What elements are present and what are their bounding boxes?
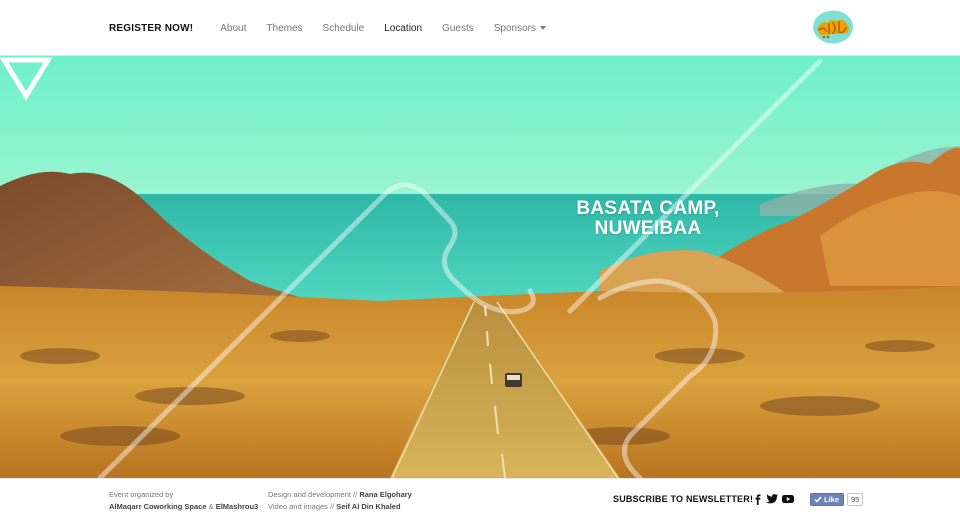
nav-about[interactable]: About xyxy=(220,23,246,34)
organizer-almaqarr: AlMaqarr Coworking Space xyxy=(109,502,207,511)
like-label: Like xyxy=(824,495,840,504)
nav-sponsors[interactable]: Sponsors xyxy=(494,23,546,34)
design-line: Design and development // Rana Elgohary xyxy=(268,489,412,501)
site-header: REGISTER NOW! About Themes Schedule Loca… xyxy=(0,0,960,56)
youtube-icon[interactable] xyxy=(781,493,795,505)
facebook-icon[interactable] xyxy=(751,493,765,505)
like-count: 95 xyxy=(847,493,864,506)
twitter-icon[interactable] xyxy=(765,493,779,505)
design-label: Design and development // xyxy=(268,490,360,499)
video-label: Video and images // xyxy=(268,502,337,511)
nav-schedule[interactable]: Schedule xyxy=(323,23,365,34)
hero-banner: BASATA CAMP, NUWEIBAA xyxy=(0,56,960,478)
organizer-credit: Event organized by AlMaqarr Coworking Sp… xyxy=(109,489,258,513)
facebook-like-widget[interactable]: Like 95 xyxy=(810,493,864,506)
nav-location[interactable]: Location xyxy=(384,23,422,34)
hero-title-line-2: NUWEIBAA xyxy=(594,218,702,239)
designer-name: Rana Elgohary xyxy=(359,490,412,499)
down-triangle-icon[interactable] xyxy=(0,56,52,102)
nav-guests[interactable]: Guests xyxy=(442,23,474,34)
subscribe-newsletter-link[interactable]: SUBSCRIBE TO NEWSLETTER! xyxy=(613,494,753,504)
register-link[interactable]: REGISTER NOW! xyxy=(109,23,193,34)
organizer-elmashrou3: ElMashrou3 xyxy=(215,502,259,511)
nav-sponsors-label: Sponsors xyxy=(493,22,536,34)
hero-title-line-1: BASATA CAMP, xyxy=(576,198,720,219)
site-footer: Event organized by AlMaqarr Coworking Sp… xyxy=(0,478,960,520)
checkmark-icon xyxy=(814,496,822,503)
like-button[interactable]: Like xyxy=(810,493,845,506)
organizer-separator: & xyxy=(206,502,216,511)
nav-themes[interactable]: Themes xyxy=(266,23,302,34)
design-credit: Design and development // Rana Elgohary … xyxy=(268,489,412,513)
hero-landscape-image xyxy=(0,56,960,478)
chevron-down-icon xyxy=(539,26,546,30)
organized-by-label: Event organized by xyxy=(109,490,174,499)
main-nav: REGISTER NOW! About Themes Schedule Loca… xyxy=(109,0,566,56)
video-line: Video and images // Seif Al Din Khaled xyxy=(268,501,412,513)
hero-location-title: BASATA CAMP, NUWEIBAA xyxy=(568,199,728,239)
arabic-logo-icon[interactable] xyxy=(812,9,854,45)
photographer-name: Seif Al Din Khaled xyxy=(336,502,401,511)
organizers: AlMaqarr Coworking Space & ElMashrou3 xyxy=(109,501,258,513)
